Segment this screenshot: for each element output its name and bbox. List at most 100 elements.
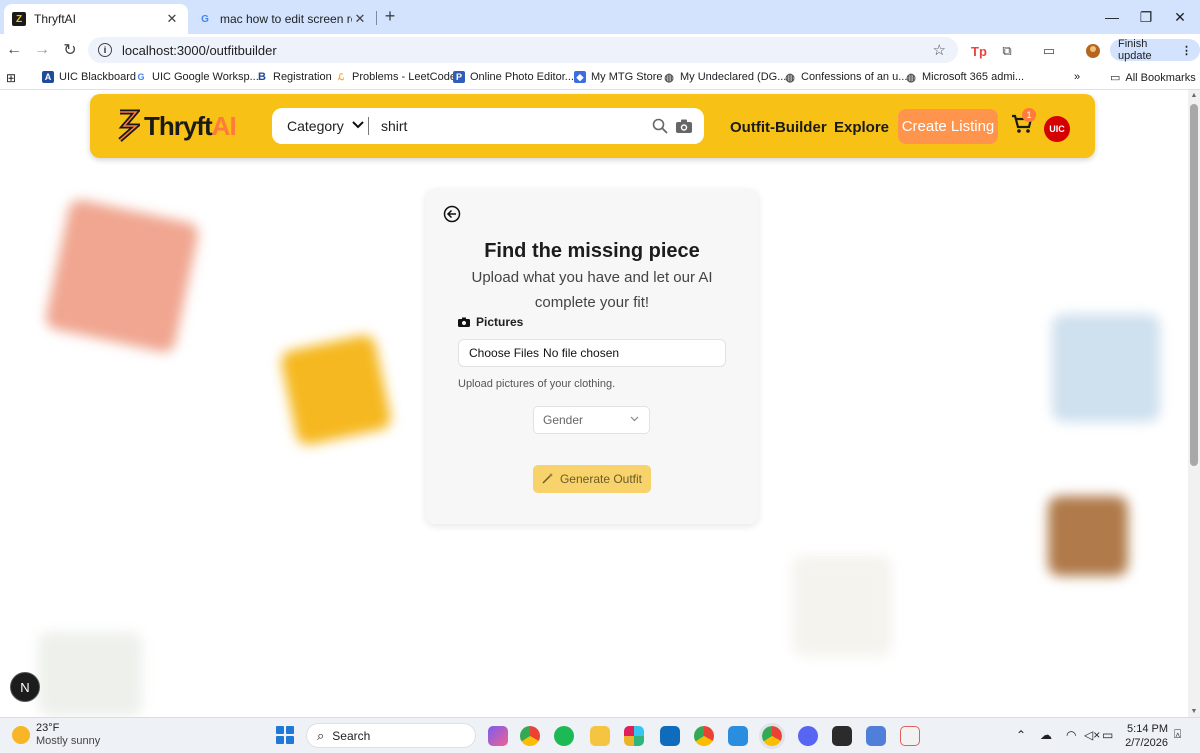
back-arrow-button[interactable] <box>443 205 461 223</box>
finish-update-button[interactable]: Finish update ⋮ <box>1110 38 1200 62</box>
globe-icon: ◍ <box>664 71 674 84</box>
logo-text-thryft: Thryft <box>144 110 213 141</box>
gender-select[interactable]: Gender <box>533 406 650 434</box>
page-scrollbar[interactable]: ▲ ▼ <box>1188 90 1200 717</box>
thryftai-favicon-icon: Z <box>12 12 26 26</box>
bookmark-registration[interactable]: B Registration <box>256 71 332 83</box>
vscode-app-icon[interactable] <box>728 726 748 746</box>
pictures-label-text: Pictures <box>476 315 524 329</box>
tab-search-icon[interactable]: ▭ <box>1040 42 1058 60</box>
all-bookmarks-button[interactable]: ▭ All Bookmarks <box>1110 71 1196 85</box>
tab-google-search[interactable]: G mac how to edit screen recordi ✕ <box>190 4 376 34</box>
leetcode-icon: ℒ <box>337 71 345 82</box>
pictures-label: Pictures <box>458 315 523 329</box>
onedrive-status-icon[interactable]: ☁ <box>1040 728 1052 742</box>
scrollbar-thumb[interactable] <box>1190 104 1198 466</box>
chrome-profile-app-icon[interactable] <box>694 726 714 746</box>
scroll-down-icon[interactable]: ▼ <box>1190 708 1198 715</box>
bookmark-star-icon[interactable]: ☆ <box>933 41 946 59</box>
bookmark-uic-blackboard[interactable]: A UIC Blackboard <box>42 71 136 83</box>
spotify-app-icon[interactable] <box>554 726 574 746</box>
search-divider <box>368 117 369 135</box>
notepad-app-icon[interactable] <box>866 726 886 746</box>
nav-outfit-builder[interactable]: Outfit-Builder <box>730 119 827 136</box>
site-info-icon[interactable]: i <box>98 43 112 57</box>
site-header: ThryftAI Category shirt Outfit-Builder E… <box>90 94 1095 158</box>
nav-explore[interactable]: Explore <box>834 119 889 136</box>
slack-app-icon[interactable] <box>624 726 644 746</box>
create-listing-button[interactable]: Create Listing <box>898 109 998 144</box>
scroll-up-icon[interactable]: ▲ <box>1190 92 1198 99</box>
tab-strip: Z ThryftAI ✕ G mac how to edit screen re… <box>0 0 1200 34</box>
weather-widget[interactable]: 23°F Mostly sunny <box>12 722 100 748</box>
globe-icon: ◍ <box>906 71 916 84</box>
taskbar-search[interactable]: ⌕ Search <box>306 723 476 748</box>
temperature-text: 23°F <box>36 722 60 734</box>
discord-app-icon[interactable] <box>798 726 818 746</box>
snipping-tool-app-icon[interactable] <box>900 726 920 746</box>
finish-update-label: Finish update <box>1118 38 1152 62</box>
browser-toolbar: ← → ↻ i localhost:3000/outfitbuilder ☆ T… <box>0 34 1200 66</box>
system-clock[interactable]: 5:14 PM 2/7/2026 <box>1124 722 1168 750</box>
generate-outfit-button[interactable]: Generate Outfit <box>533 465 651 493</box>
close-tab-icon[interactable]: ✕ <box>352 11 368 27</box>
more-bookmarks-button[interactable]: » <box>1074 71 1080 83</box>
generate-outfit-label: Generate Outfit <box>559 472 643 486</box>
copilot-app-icon[interactable] <box>488 726 508 746</box>
profile-avatar-icon[interactable] <box>1084 42 1102 60</box>
bookmark-label: Online Photo Editor... <box>470 71 574 83</box>
terminal-app-icon[interactable] <box>832 726 852 746</box>
apps-grid-icon[interactable]: ⊞ <box>6 71 16 85</box>
blackboard-icon: A <box>42 71 54 83</box>
tab-thryftai[interactable]: Z ThryftAI ✕ <box>4 4 188 34</box>
nextjs-dev-badge[interactable]: N <box>10 672 40 702</box>
address-bar[interactable]: i localhost:3000/outfitbuilder ☆ <box>88 37 958 63</box>
bookmark-photo-editor[interactable]: P Online Photo Editor... <box>453 71 574 83</box>
more-menu-icon[interactable]: ⋮ <box>1181 44 1192 57</box>
new-tab-button[interactable]: + <box>380 6 400 26</box>
outlook-app-icon[interactable] <box>660 726 680 746</box>
category-dropdown[interactable]: Category <box>272 118 368 134</box>
forward-button[interactable]: → <box>30 38 54 62</box>
thryftai-logo[interactable]: ThryftAI <box>116 108 237 144</box>
extension-tp-icon[interactable]: Tp <box>970 42 988 60</box>
bookmark-mtg-store[interactable]: ◆ My MTG Store <box>574 71 663 83</box>
logo-mark-icon <box>118 109 140 142</box>
tab-title: mac how to edit screen recordi <box>220 12 352 26</box>
more-bookmarks-label: » <box>1074 71 1081 83</box>
bookmark-my-undeclared[interactable]: ◍ My Undeclared (DG... <box>663 71 786 84</box>
extensions-puzzle-icon[interactable]: ⧉ <box>998 42 1016 60</box>
file-explorer-icon[interactable] <box>590 726 610 746</box>
bookmark-uic-google-workspace[interactable]: G UIC Google Worksp... <box>135 71 258 83</box>
close-window-button[interactable]: ✕ <box>1160 0 1200 34</box>
reload-button[interactable]: ↻ <box>58 38 82 62</box>
search-input[interactable]: shirt <box>381 118 650 134</box>
bookmark-label: UIC Blackboard <box>59 71 137 83</box>
file-upload-input[interactable]: Choose Files No file chosen <box>458 339 726 367</box>
cart-count-badge: 1 <box>1022 108 1036 122</box>
notifications-icon[interactable]: ⍓ <box>1174 727 1181 742</box>
bookmark-microsoft-365[interactable]: ◍ Microsoft 365 admi... <box>905 71 1024 84</box>
battery-icon[interactable]: ▭ <box>1102 728 1113 742</box>
bookmark-confessions[interactable]: ◍ Confessions of an u... <box>784 71 907 84</box>
bookmark-leetcode[interactable]: ℒ Problems - LeetCode <box>335 71 456 83</box>
windows-taskbar: 23°F Mostly sunny ⌕ Search ⌃ ☁ ◠ ◁× ▭ 5:… <box>0 717 1200 753</box>
cart-button[interactable]: 1 <box>1011 108 1036 138</box>
back-button[interactable]: ← <box>2 38 26 62</box>
camera-search-icon[interactable] <box>674 116 694 136</box>
close-tab-icon[interactable]: ✕ <box>164 11 180 27</box>
search-icon[interactable] <box>650 116 670 136</box>
wifi-icon[interactable]: ◠ <box>1066 728 1076 742</box>
user-avatar[interactable]: UIC <box>1044 116 1070 142</box>
card-subtitle: Upload what you have and let our AI comp… <box>471 269 713 311</box>
chrome-app-icon[interactable] <box>520 726 540 746</box>
choose-files-button[interactable]: Choose Files <box>469 346 539 360</box>
bookmarks-bar: ⊞ A UIC Blackboard G UIC Google Worksp..… <box>0 66 1200 90</box>
windows-start-icon[interactable] <box>276 726 294 744</box>
mtg-store-icon: ◆ <box>574 71 586 83</box>
weather-text: Mostly sunny <box>36 735 101 747</box>
volume-icon[interactable]: ◁× <box>1084 728 1100 742</box>
background-clothing-image <box>279 333 393 447</box>
chrome-active-app-icon[interactable] <box>759 723 785 749</box>
show-hidden-icons-icon[interactable]: ⌃ <box>1016 728 1026 742</box>
